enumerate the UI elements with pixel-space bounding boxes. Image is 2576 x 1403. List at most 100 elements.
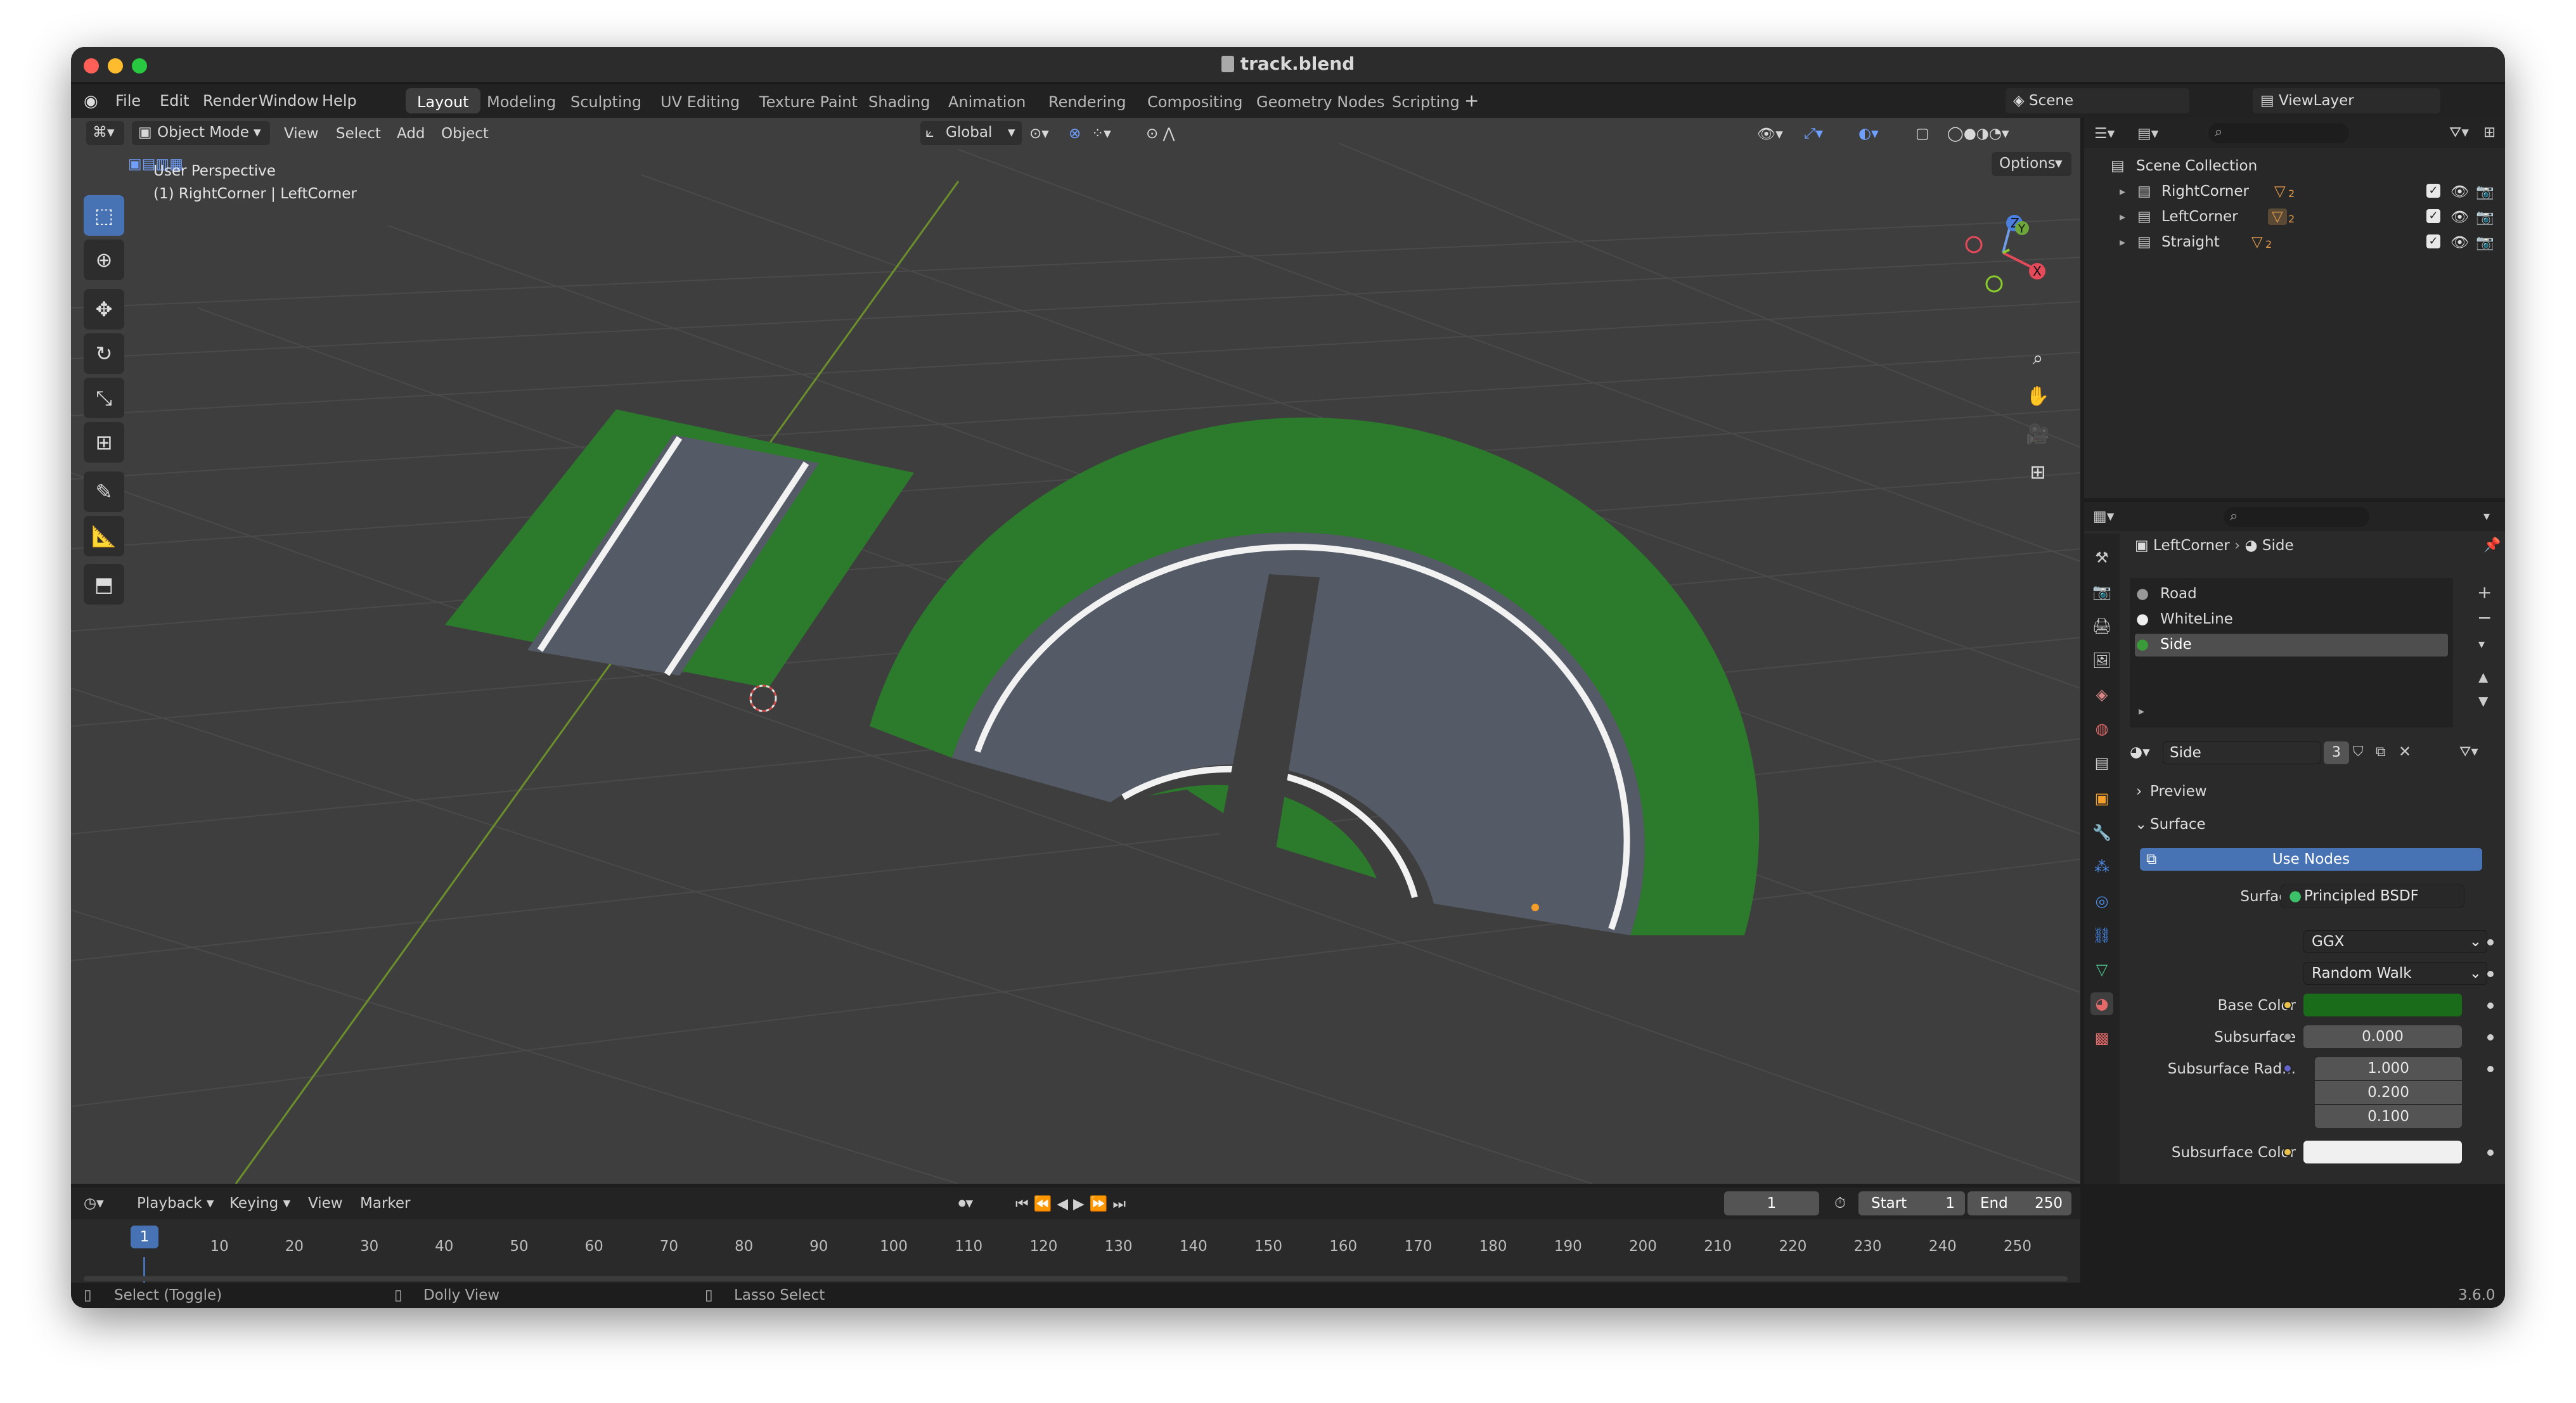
render-tab-icon[interactable]: 📷 <box>2090 580 2113 603</box>
start-frame-field[interactable]: Start 1 <box>1858 1191 1965 1215</box>
material-name-field[interactable]: Side <box>2163 741 2321 764</box>
tab-uv-editing[interactable]: UV Editing <box>649 88 751 113</box>
playback-controls-icon[interactable]: ⏮⏪◀▶⏩⏭ <box>1015 1195 1131 1212</box>
tab-texture-paint[interactable]: Texture Paint <box>748 88 869 113</box>
ortho-grid-icon[interactable]: ⊞ <box>2021 455 2055 489</box>
radius-z-field[interactable]: 0.100 <box>2315 1105 2462 1128</box>
blender-logo-icon[interactable]: ◉ <box>84 92 98 111</box>
world-tab-icon[interactable]: ◍ <box>2090 717 2113 740</box>
exclude-checkbox[interactable]: ✓ <box>2426 184 2440 198</box>
material-browse-icon[interactable]: ◕▾ <box>2130 744 2150 760</box>
menu-help[interactable]: Help <box>322 92 357 110</box>
fake-user-icon[interactable]: ⛉ <box>2353 744 2364 760</box>
chevron-down-icon[interactable]: ▾ <box>2483 508 2490 523</box>
tab-animation[interactable]: Animation <box>937 88 1037 113</box>
snap-target-icon[interactable]: ⁘▾ <box>1092 125 1111 142</box>
keyframe-dot[interactable] <box>2487 1150 2494 1156</box>
chevron-down-icon[interactable]: ▾ <box>2478 636 2485 651</box>
distribution-selector[interactable]: GGX ⌄ <box>2303 930 2487 953</box>
texture-tab-icon[interactable]: ▩ <box>2090 1027 2113 1049</box>
use-nodes-button[interactable]: ⧉ Use Nodes <box>2140 848 2482 871</box>
tab-rendering[interactable]: Rendering <box>1037 88 1138 113</box>
timeline-menu-view[interactable]: View <box>308 1195 343 1212</box>
camera-render-icon[interactable]: 📷 <box>2476 183 2494 200</box>
stopwatch-icon[interactable]: ⏱ <box>1834 1195 1846 1212</box>
move-down-icon[interactable]: ▼ <box>2478 693 2488 708</box>
viewport-menu-object[interactable]: Object <box>441 125 489 142</box>
material-slot-side[interactable]: ● Side <box>2135 634 2448 657</box>
playhead-frame-indicator[interactable]: 1 <box>131 1226 158 1248</box>
tab-compositing[interactable]: Compositing <box>1136 88 1254 113</box>
gizmo-toggle-icon[interactable]: ⤢▾ <box>1804 125 1823 142</box>
cursor-tool-icon[interactable]: ⊕ <box>84 240 124 280</box>
add-cube-tool-icon[interactable]: ⬒ <box>84 564 124 605</box>
menu-edit[interactable]: Edit <box>160 92 189 110</box>
subsurface-method-selector[interactable]: Random Walk ⌄ <box>2303 962 2487 985</box>
tab-layout[interactable]: Layout <box>406 88 480 113</box>
filter-icon[interactable]: ⛛▾ <box>2449 124 2469 141</box>
timeline-menu-marker[interactable]: Marker <box>360 1195 411 1212</box>
view-layer-selector[interactable]: ▤ ViewLayer <box>2253 88 2440 113</box>
object-tab-icon[interactable]: ▣ <box>2090 787 2113 810</box>
expand-arrow-icon[interactable]: ▸ <box>2120 185 2125 198</box>
keyframe-dot[interactable] <box>2487 1034 2494 1041</box>
visibility-icon[interactable]: 👁▾ <box>1757 125 1783 143</box>
3d-viewport[interactable]: ⌘▾ ▣ Object Mode ▾ View Select Add Object … <box>71 118 2080 1184</box>
duplicate-icon[interactable]: ⧉ <box>2376 744 2386 760</box>
proportional-edit-icon[interactable]: ⊙ ⋀ <box>1146 125 1175 142</box>
vector-socket-icon[interactable] <box>2283 1064 2292 1073</box>
new-collection-icon[interactable]: ⊞ <box>2483 124 2496 141</box>
radius-x-field[interactable]: 1.000 <box>2315 1057 2462 1080</box>
keyframe-dot[interactable] <box>2487 1003 2494 1009</box>
tab-shading[interactable]: Shading <box>857 88 942 113</box>
collection-tab-icon[interactable]: ▤ <box>2090 752 2113 774</box>
filter-icon[interactable]: ⛛▾ <box>2459 744 2478 760</box>
constraints-tab-icon[interactable]: ⛓ <box>2090 924 2113 947</box>
menu-render[interactable]: Render <box>203 92 257 110</box>
outliner-item-straight[interactable]: ▸ ▤ Straight ▽ 2 ✓ 👁 📷 <box>2084 229 2505 255</box>
end-frame-field[interactable]: End 250 <box>1967 1191 2071 1215</box>
shading-modes-icon[interactable]: ◯●◑◔▾ <box>1947 125 2009 142</box>
tool-tab-icon[interactable]: ⚒ <box>2090 546 2113 569</box>
properties-search-input[interactable]: ⌕ <box>2224 507 2369 527</box>
transform-tool-icon[interactable]: ⊞ <box>84 422 124 463</box>
surface-panel-header[interactable]: ⌄ Surface <box>2130 812 2497 838</box>
base-color-swatch[interactable] <box>2303 994 2462 1016</box>
annotate-tool-icon[interactable]: ✎ <box>84 471 124 512</box>
camera-render-icon[interactable]: 📷 <box>2476 208 2494 226</box>
tab-modeling[interactable]: Modeling <box>475 88 567 113</box>
add-slot-icon[interactable]: + <box>2477 582 2492 603</box>
exclude-checkbox[interactable]: ✓ <box>2426 234 2440 248</box>
subsurface-color-swatch[interactable] <box>2303 1141 2462 1163</box>
material-slot-road[interactable]: ● Road <box>2130 583 2453 606</box>
particles-tab-icon[interactable]: ⁂ <box>2090 855 2113 878</box>
outliner-search-input[interactable]: ⌕ <box>2208 123 2349 143</box>
select-box-tool-icon[interactable]: ⬚ <box>84 195 124 236</box>
zoom-icon[interactable]: ⌕ <box>2021 341 2055 375</box>
surface-shader-selector[interactable]: ● Principled BSDF <box>2281 885 2464 907</box>
unlink-icon[interactable]: ✕ <box>2399 743 2411 760</box>
move-tool-icon[interactable]: ✥ <box>84 289 124 330</box>
editor-type-button[interactable]: ⌘▾ <box>86 121 124 145</box>
scene-tab-icon[interactable]: ◈ <box>2090 683 2113 706</box>
tab-sculpting[interactable]: Sculpting <box>559 88 653 113</box>
timeline-scrollbar[interactable] <box>84 1276 2068 1281</box>
remove-slot-icon[interactable]: − <box>2477 607 2492 628</box>
camera-icon[interactable]: 🎥 <box>2021 417 2055 451</box>
expand-arrow-icon[interactable]: ▸ <box>2120 236 2125 249</box>
keyframe-dot[interactable] <box>2487 1066 2494 1072</box>
viewport-menu-view[interactable]: View <box>284 125 319 142</box>
pin-icon[interactable]: 📌 <box>2483 537 2501 553</box>
mode-selector[interactable]: ▣ Object Mode ▾ <box>132 121 270 145</box>
measure-tool-icon[interactable]: 📐 <box>84 516 124 556</box>
current-frame-field[interactable]: 1 <box>1724 1191 1819 1215</box>
menu-window[interactable]: Window <box>259 92 319 110</box>
color-socket-icon[interactable] <box>2283 1001 2292 1009</box>
add-workspace-icon[interactable]: + <box>1464 90 1479 111</box>
outliner-item-leftcorner[interactable]: ▸ ▤ LeftCorner ▽ 2 ✓ 👁 📷 <box>2084 204 2505 229</box>
display-mode-icon[interactable]: ▤▾ <box>2137 125 2158 142</box>
material-users-count[interactable]: 3 <box>2324 741 2349 764</box>
gizmo-neg-y[interactable] <box>1985 275 2003 293</box>
data-tab-icon[interactable]: ▽ <box>2090 958 2113 981</box>
expand-arrow-icon[interactable]: ▸ <box>2139 705 2144 718</box>
